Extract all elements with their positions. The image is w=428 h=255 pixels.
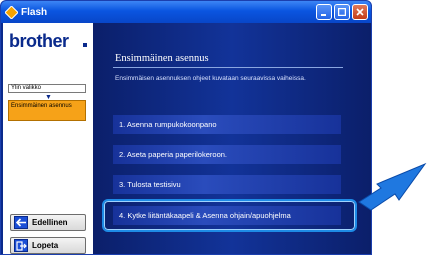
back-arrow-icon [14,216,28,229]
quit-button-label: Lopeta [32,241,59,250]
title-divider [113,67,343,68]
minimize-icon [321,14,326,16]
sidebar: brother Ylin valikko ▼ Ensimmäinen asenn… [3,23,93,254]
previous-button-label: Edellinen [32,218,68,227]
maximize-button[interactable] [334,4,350,20]
exit-icon [14,239,28,252]
pointer-arrow-icon [358,162,427,211]
quit-button[interactable]: Lopeta [10,237,86,254]
title-bar: Flash [1,1,371,23]
minimize-button[interactable] [316,4,332,20]
nav-item-top-menu[interactable]: Ylin valikko [8,84,86,93]
step-2-button[interactable]: 2. Aseta paperia paperilokeroon. [113,145,341,164]
close-icon [356,8,364,16]
previous-button[interactable]: Edellinen [10,214,86,231]
nav-item-first-install[interactable]: Ensimmäinen asennus [8,100,86,121]
window-title: Flash [21,6,48,18]
close-button[interactable] [352,4,368,20]
brother-logo: brother [9,31,69,51]
logo-dot [83,43,87,47]
flash-icon [4,4,19,20]
step-4-highlight-frame [102,199,357,232]
step-3-button[interactable]: 3. Tulosta testisivu [113,175,341,194]
step-1-button[interactable]: 1. Asenna rumpukokoonpano [113,115,341,134]
page-subtitle: Ensimmäisen asennuksen ohjeet kuvataan s… [115,75,306,82]
maximize-icon [338,8,346,16]
page-title: Ensimmäinen asennus [115,53,209,64]
